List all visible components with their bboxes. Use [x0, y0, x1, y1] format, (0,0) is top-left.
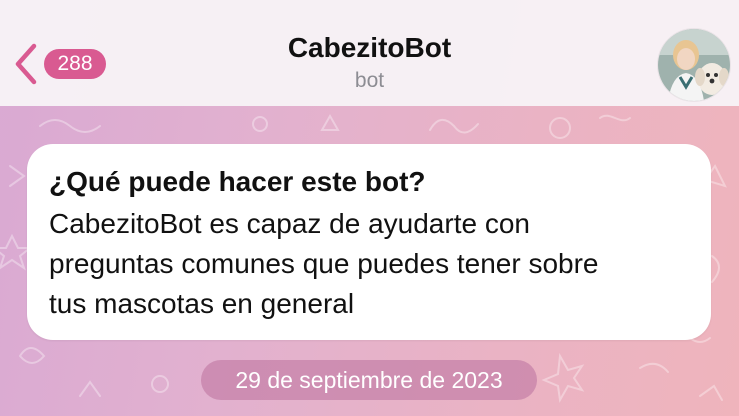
bot-description-line: tus mascotas en general	[49, 288, 355, 319]
chat-header: 288 CabezitoBot bot	[0, 0, 739, 106]
chat-title-area[interactable]: CabezitoBot bot	[0, 30, 739, 94]
bot-description-line: CabezitoBot es capaz de ayudarte con	[49, 208, 530, 239]
bot-avatar[interactable]	[657, 28, 731, 102]
bot-description-line: preguntas comunes que puedes tener sobre	[49, 248, 599, 279]
chat-title: CabezitoBot	[287, 32, 452, 63]
bot-description-title: ¿Qué puede hacer este bot?	[49, 166, 426, 197]
bot-avatar-icon	[658, 29, 730, 101]
chat-subtitle: bot	[354, 69, 385, 92]
date-separator: 29 de septiembre de 2023	[201, 360, 537, 400]
bot-description-card: ¿Qué puede hacer este bot? CabezitoBot e…	[27, 144, 711, 340]
bot-description-text: CabezitoBot es capaz de ayudarte con pre…	[49, 204, 689, 324]
